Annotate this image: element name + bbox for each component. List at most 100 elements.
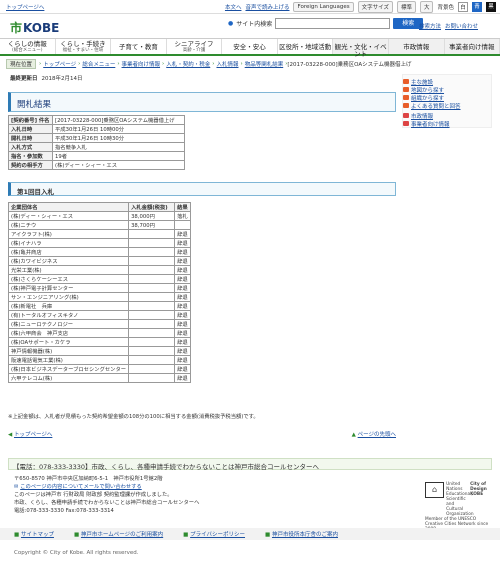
bg-black-button[interactable]: 黒 — [486, 1, 496, 12]
page-title: 開札結果 — [8, 92, 396, 112]
bid-price — [128, 256, 176, 266]
bg-color-label: 背景色 — [437, 4, 454, 11]
bid-price — [128, 229, 176, 239]
search-icon: ● — [228, 20, 234, 27]
breadcrumb-current-label: 現在位置 — [6, 59, 37, 69]
side-link-faq[interactable]: よくある質問と回答 — [411, 102, 461, 110]
bid-row: (株)亀井商店 辞退 — [7, 247, 192, 257]
info-value: 指名競争入札 — [52, 142, 185, 152]
info-key: 開札日時 — [8, 133, 53, 143]
bid-result: 辞退 — [174, 364, 192, 374]
breadcrumb-bid-info[interactable]: 入札情報 — [216, 60, 238, 68]
bid-result: 辞退 — [174, 283, 192, 293]
bid-result: 辞退 — [174, 229, 192, 239]
side-link-facility[interactable]: 主な施設 — [411, 78, 433, 86]
page-top-link[interactable]: ページの先頭へ — [358, 432, 396, 438]
font-standard-button[interactable]: 標準 — [396, 0, 416, 13]
bid-company: (株)日本ビジネスデーターブロセシングセンター — [7, 364, 130, 374]
bid-company: 神戸情報機器(株) — [7, 346, 130, 356]
up-arrow-icon: ▲ — [351, 432, 356, 438]
bid-row: (株)ニューロテクノロジー 辞退 — [7, 319, 192, 329]
bid-row: (株)さくらケーシーエス 辞退 — [7, 274, 192, 284]
bid-result: 辞退 — [174, 319, 192, 329]
inquiry-link[interactable]: お問い合わせ — [445, 22, 478, 30]
bid-row: 六甲テレコム(株) 辞退 — [7, 373, 192, 383]
nav-safety[interactable]: 安全・安心 — [222, 39, 278, 54]
bid-row: (株)六甲商会 神戸支店 辞退 — [7, 328, 192, 338]
info-value: [2017-03228-000]乗務区OAシステム機器借上げ — [52, 115, 185, 125]
bid-price — [128, 238, 176, 248]
footer-privacy-link[interactable]: プライバシーポリシー — [190, 532, 245, 538]
copyright: Copyright © City of Kobe. All rights res… — [14, 550, 139, 556]
kobe-logo[interactable]: 市KOBE — [10, 19, 59, 36]
bid-company: アイクラフト(株) — [7, 229, 130, 239]
bid-row: (株)日本ビジネスデーターブロセシングセンター 辞退 — [7, 364, 192, 374]
skip-to-top-link[interactable]: トップページへ — [6, 3, 44, 11]
bid-result: 辞退 — [174, 355, 192, 365]
bid-row: サン・エンジニアリング(株) 辞退 — [7, 292, 192, 302]
skip-to-content-link[interactable]: 本文へ — [225, 3, 242, 11]
business-icon — [403, 121, 409, 126]
breadcrumb-business[interactable]: 事業者向け情報 — [122, 60, 161, 68]
header: 市KOBE ● サイト内検索 検索 検索方法 お問い合わせ — [0, 14, 500, 38]
side-link-org[interactable]: 組織から探す — [411, 94, 444, 102]
mail-icon: ✉ — [14, 484, 19, 490]
side-link-business[interactable]: 事業者向け情報 — [411, 120, 450, 128]
bid-company: (株)イナハラ — [7, 238, 130, 248]
mail-inquiry-link[interactable]: このページの内容についてメールで問い合わせする — [20, 484, 142, 490]
read-aloud-link[interactable]: 音声で読み上げる — [245, 3, 289, 11]
font-large-button[interactable]: 大 — [419, 0, 434, 13]
bid-price: 38,700円 — [128, 220, 176, 230]
info-row: 入札方式 指名競争入札 — [8, 142, 185, 152]
nav-ward-office[interactable]: 区役所・地域活動 — [278, 39, 334, 54]
bid-company: (株)OAサポート・カケラ — [7, 337, 130, 347]
info-value: 平成30年1月26日 10時00分 — [52, 124, 185, 134]
back-to-top-link[interactable]: トップページへ — [14, 432, 52, 438]
bid-price — [128, 310, 176, 320]
bid-company: (株)神戸電子計算センター — [7, 283, 130, 293]
nav-childcare[interactable]: 子育て・教育 — [111, 39, 167, 54]
nav-kurashi-info[interactable]: くらしの情報 (総合メニュー) — [0, 39, 56, 54]
foreign-languages-button[interactable]: Foreign Languages — [293, 1, 354, 12]
footer-links: ■ サイトマップ ■ 神戸市ホームページのご利用案内 ■ プライバシーポリシー … — [0, 528, 500, 540]
footer-guide-link[interactable]: 神戸市ホームページのご利用案内 — [81, 532, 163, 538]
nav-procedures[interactable]: くらし・手続き 福祉・すまい・住環 — [56, 39, 112, 54]
bid-company: (株)六甲商会 神戸支店 — [7, 328, 130, 338]
bid-result: 辞退 — [174, 238, 192, 248]
map-icon — [403, 87, 409, 92]
info-row: 契約の相手方 (株)ディー・シィー・エス — [8, 160, 185, 170]
bid-result: 辞退 — [174, 310, 192, 320]
info-value: (株)ディー・シィー・エス — [52, 160, 185, 170]
bid-price — [128, 319, 176, 329]
breadcrumb-top[interactable]: トップページ — [43, 60, 76, 68]
breadcrumb-bidding[interactable]: 入札・契約・税金 — [166, 60, 210, 68]
bid-result: 辞退 — [174, 346, 192, 356]
bid-price — [128, 337, 176, 347]
breadcrumb-tail: [2017-03228-000]乗務区OAシステム機器借上げ — [287, 62, 412, 68]
side-link-map[interactable]: 地図から探す — [411, 86, 444, 94]
bid-result: 辞退 — [174, 328, 192, 338]
nav-business[interactable]: 事業者向け情報 — [444, 39, 500, 54]
bg-white-button[interactable]: 白 — [458, 1, 468, 12]
col-price: 入札金額(税抜) — [128, 202, 176, 212]
bid-price — [128, 373, 176, 383]
nav-senior[interactable]: シニアライフ 高齢・介護 — [167, 39, 223, 54]
bid-company: 阪速電話電気工業(株) — [7, 355, 130, 365]
side-link-city[interactable]: 市政情報 — [411, 112, 433, 120]
search-input[interactable] — [275, 18, 391, 29]
bid-row: 光栄工業(株) 辞退 — [7, 265, 192, 275]
breadcrumb-results[interactable]: 物品等関札結果 — [245, 60, 284, 68]
footer-sitemap-link[interactable]: サイトマップ — [21, 532, 54, 538]
info-key: 入札日時 — [8, 124, 53, 134]
bg-blue-button[interactable]: 青 — [472, 1, 482, 12]
bid-row: (株)新電社 兵庫 辞退 — [7, 301, 192, 311]
bid-result: 辞退 — [174, 337, 192, 347]
nav-city-info[interactable]: 市政情報 — [388, 39, 445, 54]
search-help-link[interactable]: 検索方法 — [419, 22, 441, 30]
footer-cityhall-link[interactable]: 神戸市役所本庁舎のご案内 — [272, 532, 338, 538]
unesco-logo-icon: ⌂ — [425, 482, 445, 498]
bid-company: (株)亀井商店 — [7, 247, 130, 257]
breadcrumb-menu[interactable]: 総合メニュー — [82, 60, 115, 68]
nav-tourism[interactable]: 観光・文化・イベント — [333, 39, 389, 58]
call-center-bar: 【電話：078-333-3330】市政、くらし、各種申請手続でわからないことは神… — [8, 458, 492, 471]
